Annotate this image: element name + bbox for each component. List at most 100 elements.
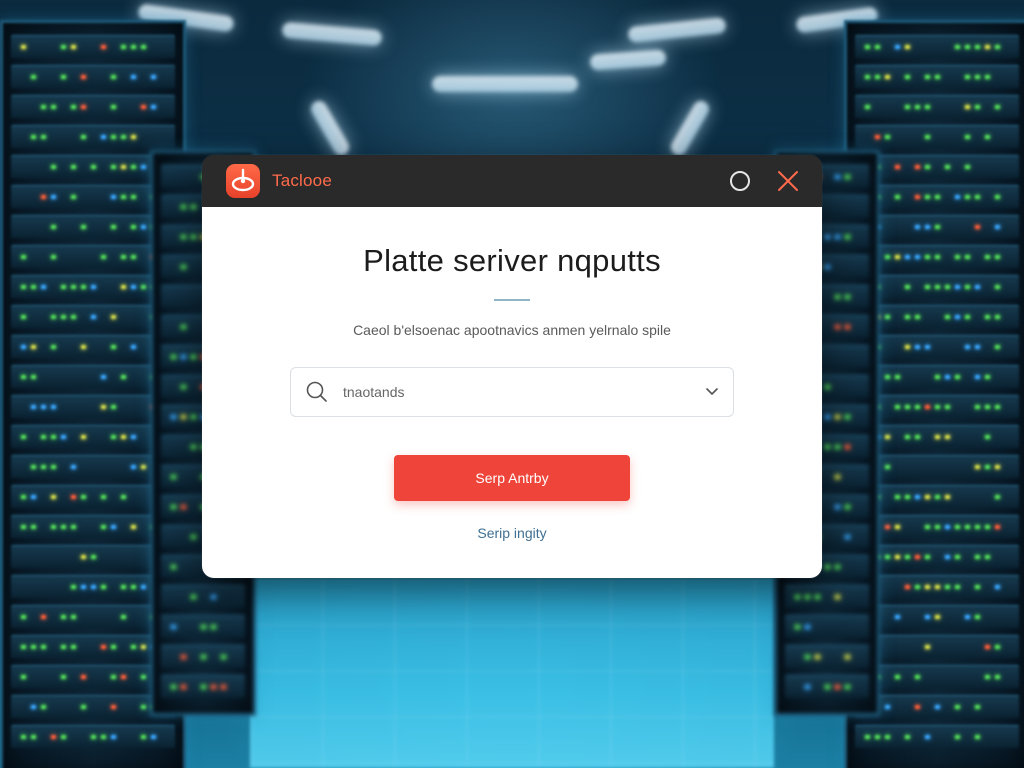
status-led — [975, 555, 980, 559]
status-led — [21, 645, 26, 649]
status-led — [101, 495, 106, 499]
status-led — [945, 585, 950, 589]
status-led — [995, 105, 1000, 109]
status-led — [51, 105, 56, 109]
status-led — [925, 225, 930, 229]
status-led — [965, 195, 970, 199]
status-led — [955, 525, 960, 529]
status-led — [955, 315, 960, 319]
primary-action-button[interactable]: Serp Antrby — [394, 455, 630, 501]
status-led — [51, 525, 56, 529]
status-led — [835, 415, 840, 419]
status-led — [21, 315, 26, 319]
status-led — [121, 585, 126, 589]
title-bar: Taclooe — [202, 155, 822, 207]
status-led — [945, 315, 950, 319]
secondary-link[interactable]: Serip ingity — [202, 525, 822, 541]
status-led — [41, 615, 46, 619]
status-led — [181, 655, 186, 659]
status-led — [181, 385, 186, 389]
status-led — [171, 475, 176, 479]
status-led — [965, 255, 970, 259]
status-led — [925, 735, 930, 739]
status-led — [915, 315, 920, 319]
status-led — [925, 135, 930, 139]
status-led — [975, 705, 980, 709]
status-led — [915, 195, 920, 199]
status-led — [141, 225, 146, 229]
status-led — [51, 345, 56, 349]
status-led — [191, 595, 196, 599]
status-led — [51, 195, 56, 199]
status-led — [905, 495, 910, 499]
status-led — [81, 435, 86, 439]
status-led — [915, 255, 920, 259]
status-led — [71, 45, 76, 49]
status-led — [111, 135, 116, 139]
status-led — [895, 255, 900, 259]
status-led — [111, 645, 116, 649]
status-led — [141, 45, 146, 49]
status-led — [111, 105, 116, 109]
status-led — [51, 165, 56, 169]
status-led — [201, 625, 206, 629]
status-led — [71, 315, 76, 319]
status-led — [21, 255, 26, 259]
status-led — [995, 315, 1000, 319]
status-led — [71, 585, 76, 589]
status-led — [201, 685, 206, 689]
status-led — [61, 615, 66, 619]
status-led — [975, 75, 980, 79]
status-led — [81, 345, 86, 349]
status-led — [925, 285, 930, 289]
status-led — [955, 705, 960, 709]
status-led — [61, 435, 66, 439]
status-led — [131, 525, 136, 529]
status-led — [985, 255, 990, 259]
status-led — [905, 435, 910, 439]
status-led — [945, 435, 950, 439]
status-led — [925, 525, 930, 529]
status-led — [81, 585, 86, 589]
status-led — [171, 355, 176, 359]
status-led — [131, 165, 136, 169]
status-led — [955, 285, 960, 289]
status-led — [835, 175, 840, 179]
status-led — [985, 135, 990, 139]
status-led — [41, 705, 46, 709]
status-led — [111, 435, 116, 439]
status-led — [895, 45, 900, 49]
status-led — [935, 195, 940, 199]
status-led — [101, 255, 106, 259]
status-led — [41, 195, 46, 199]
rack-unit — [11, 65, 175, 88]
status-led — [945, 495, 950, 499]
status-led — [121, 675, 126, 679]
status-led — [805, 625, 810, 629]
status-led — [835, 505, 840, 509]
status-led — [995, 285, 1000, 289]
rack-unit — [11, 125, 175, 148]
status-led — [21, 735, 26, 739]
status-led — [945, 405, 950, 409]
status-led — [905, 255, 910, 259]
status-led — [21, 615, 26, 619]
status-led — [171, 565, 176, 569]
status-led — [221, 685, 226, 689]
status-led — [21, 345, 26, 349]
status-led — [61, 45, 66, 49]
status-led — [845, 505, 850, 509]
status-led — [935, 705, 940, 709]
status-led — [935, 225, 940, 229]
status-led — [111, 195, 116, 199]
close-icon[interactable] — [774, 167, 802, 195]
search-select-field[interactable]: tnaotands — [290, 367, 734, 417]
status-led — [865, 75, 870, 79]
status-led — [101, 375, 106, 379]
status-led — [121, 165, 126, 169]
status-led — [985, 555, 990, 559]
circle-icon[interactable] — [726, 167, 754, 195]
status-led — [845, 655, 850, 659]
status-led — [91, 285, 96, 289]
status-led — [915, 225, 920, 229]
